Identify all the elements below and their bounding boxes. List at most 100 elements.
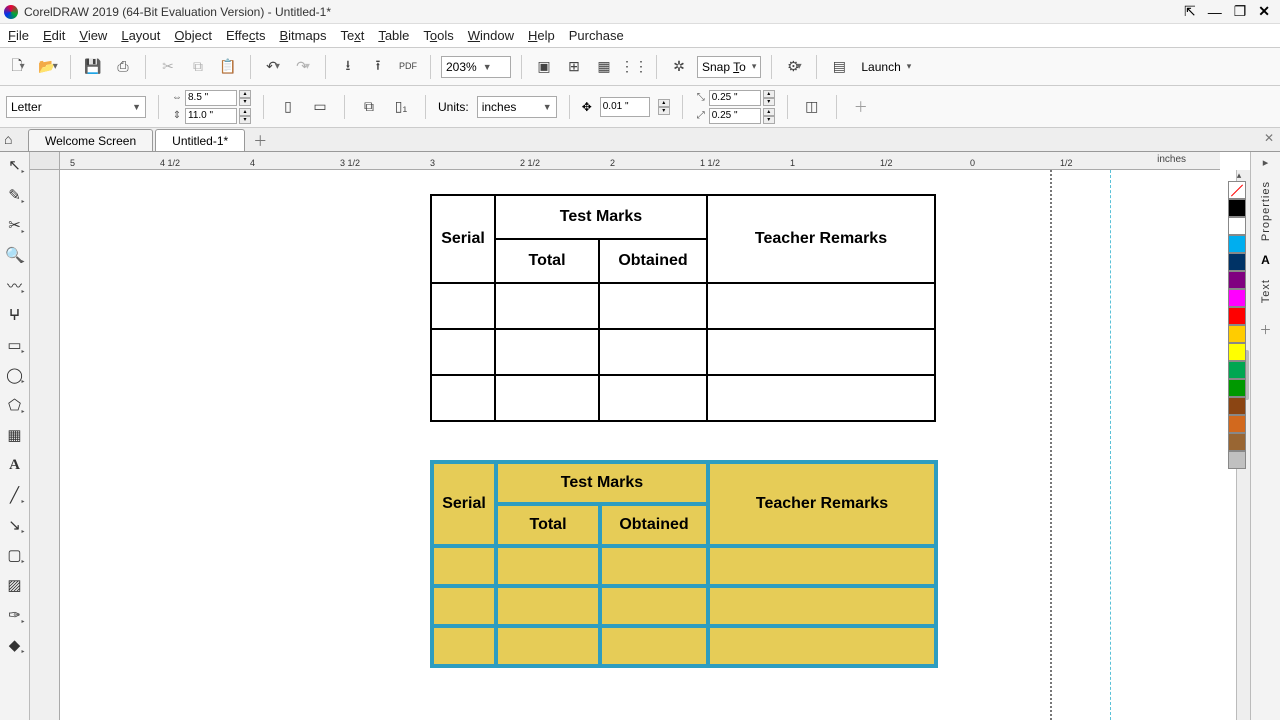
cell-obtained[interactable]: Obtained (599, 239, 707, 283)
table-cell[interactable] (707, 329, 935, 375)
page-height-input[interactable] (185, 108, 237, 124)
dimension-tool[interactable]: ╱▸ (4, 484, 26, 506)
dup-y-input[interactable] (709, 108, 761, 124)
nudge-down[interactable]: ▾ (658, 107, 670, 115)
drop-shadow-tool[interactable]: ▢▸ (4, 544, 26, 566)
table-cell[interactable] (495, 375, 599, 421)
options-button[interactable]: ⚙▾ (782, 55, 806, 79)
rectangle-tool[interactable]: ▭▸ (4, 334, 26, 356)
guide-line[interactable] (1110, 170, 1111, 720)
tabs-close-button[interactable]: ✕ (1264, 131, 1274, 145)
table-cell[interactable] (431, 283, 495, 329)
show-rulers-button[interactable]: ⊞ (562, 55, 586, 79)
ruler-horizontal[interactable]: 54 1/243 1/232 1/221 1/211/201/2 inches (60, 152, 1220, 170)
table-cell[interactable] (496, 546, 600, 586)
cell-serial[interactable]: Serial (431, 195, 495, 283)
add-docker-button[interactable]: ＋ (1259, 321, 1271, 338)
color-swatch[interactable] (1228, 271, 1246, 289)
import-button[interactable]: ⭳ (336, 55, 360, 79)
table-cell[interactable] (496, 586, 600, 626)
zoom-tool[interactable]: 🔍▸ (4, 244, 26, 266)
color-swatch[interactable] (1228, 307, 1246, 325)
menu-file[interactable]: File (8, 28, 29, 43)
docker-flyout-icon[interactable]: ▸ (1263, 156, 1269, 169)
redo-button[interactable]: ↷▾ (291, 55, 315, 79)
paste-button[interactable]: 📋 (216, 55, 240, 79)
export-icon[interactable]: ⇱ (1184, 3, 1196, 20)
page-height-up[interactable]: ▴ (239, 108, 251, 116)
dup-x-down[interactable]: ▾ (763, 98, 775, 106)
menu-table[interactable]: Table (378, 28, 409, 43)
save-button[interactable]: 💾 (81, 55, 105, 79)
dup-y-down[interactable]: ▾ (763, 116, 775, 124)
menu-help[interactable]: Help (528, 28, 555, 43)
text-docker-icon[interactable]: A (1261, 253, 1270, 267)
crop-tool[interactable]: ✂▸ (4, 214, 26, 236)
transparency-tool[interactable]: ▨ (4, 574, 26, 596)
color-swatch[interactable] (1228, 289, 1246, 307)
menu-view[interactable]: View (79, 28, 107, 43)
current-page-button[interactable]: ▯₁ (389, 95, 413, 119)
color-swatch[interactable] (1228, 451, 1246, 469)
all-pages-button[interactable]: ⧉ (357, 95, 381, 119)
page-width-down[interactable]: ▾ (239, 98, 251, 106)
table-cell[interactable] (496, 626, 600, 666)
color-swatch[interactable] (1228, 343, 1246, 361)
table-cell[interactable] (495, 283, 599, 329)
close-button[interactable]: ✕ (1258, 3, 1270, 20)
ruler-vertical[interactable] (30, 170, 60, 720)
table-cell[interactable] (431, 375, 495, 421)
fullscreen-preview-button[interactable]: ▣ (532, 55, 556, 79)
menu-effects[interactable]: Effects (226, 28, 266, 43)
ellipse-tool[interactable]: ◯▸ (4, 364, 26, 386)
docker-text[interactable]: Text (1260, 279, 1272, 303)
new-tab-button[interactable]: ＋ (253, 131, 267, 151)
page-width-input[interactable] (185, 90, 237, 106)
units-combo[interactable]: inches▼ (477, 96, 557, 118)
fill-tool[interactable]: ◆▸ (4, 634, 26, 656)
drawing-canvas[interactable]: Serial Test Marks Teacher Remarks Total … (60, 170, 1220, 720)
print-button[interactable]: ⎙ (111, 55, 135, 79)
shape-tool[interactable]: ✎▸ (4, 184, 26, 206)
nudge-up[interactable]: ▴ (658, 99, 670, 107)
zoom-combo[interactable]: 203%▼ (441, 56, 511, 78)
color-swatch[interactable] (1228, 379, 1246, 397)
cell-remarks[interactable]: Teacher Remarks (707, 195, 935, 283)
menu-layout[interactable]: Layout (121, 28, 160, 43)
menu-object[interactable]: Object (174, 28, 212, 43)
dup-x-input[interactable] (709, 90, 761, 106)
table-cell[interactable] (432, 586, 496, 626)
polygon-tool[interactable]: ⬠▸ (4, 394, 26, 416)
color-swatch[interactable] (1228, 199, 1246, 217)
connector-tool[interactable]: ↘▸ (4, 514, 26, 536)
table-cell[interactable] (600, 626, 708, 666)
table-cell[interactable] (708, 586, 936, 626)
page-width-up[interactable]: ▴ (239, 90, 251, 98)
new-button[interactable]: 🗋▾ (6, 55, 30, 79)
minimize-button[interactable]: — (1208, 4, 1222, 20)
launch-icon[interactable]: ▤ (827, 55, 851, 79)
color-swatch[interactable] (1228, 235, 1246, 253)
launch-combo[interactable]: Launch▾ (857, 56, 915, 78)
table-object-1[interactable]: Serial Test Marks Teacher Remarks Total … (430, 194, 936, 422)
table-cell[interactable] (599, 283, 707, 329)
color-swatch[interactable] (1228, 325, 1246, 343)
cell-test-marks[interactable]: Test Marks (496, 462, 708, 504)
table-cell[interactable] (432, 546, 496, 586)
cell-test-marks[interactable]: Test Marks (495, 195, 707, 239)
cell-remarks[interactable]: Teacher Remarks (708, 462, 936, 546)
table-cell[interactable] (600, 546, 708, 586)
cell-serial[interactable]: Serial (432, 462, 496, 546)
color-swatch[interactable] (1228, 433, 1246, 451)
table-cell[interactable] (708, 546, 936, 586)
menu-purchase[interactable]: Purchase (569, 28, 624, 43)
tab-untitled-1[interactable]: Untitled-1* (155, 129, 245, 151)
color-swatch[interactable] (1228, 217, 1246, 235)
table-cell[interactable] (600, 586, 708, 626)
show-guidelines-button[interactable]: ⋮⋮ (622, 55, 646, 79)
table-object-2[interactable]: Serial Test Marks Teacher Remarks Total … (430, 460, 938, 668)
table-cell[interactable] (599, 329, 707, 375)
table-tool[interactable]: ▦ (4, 424, 26, 446)
table-cell[interactable] (431, 329, 495, 375)
tab-welcome[interactable]: Welcome Screen (28, 129, 153, 151)
